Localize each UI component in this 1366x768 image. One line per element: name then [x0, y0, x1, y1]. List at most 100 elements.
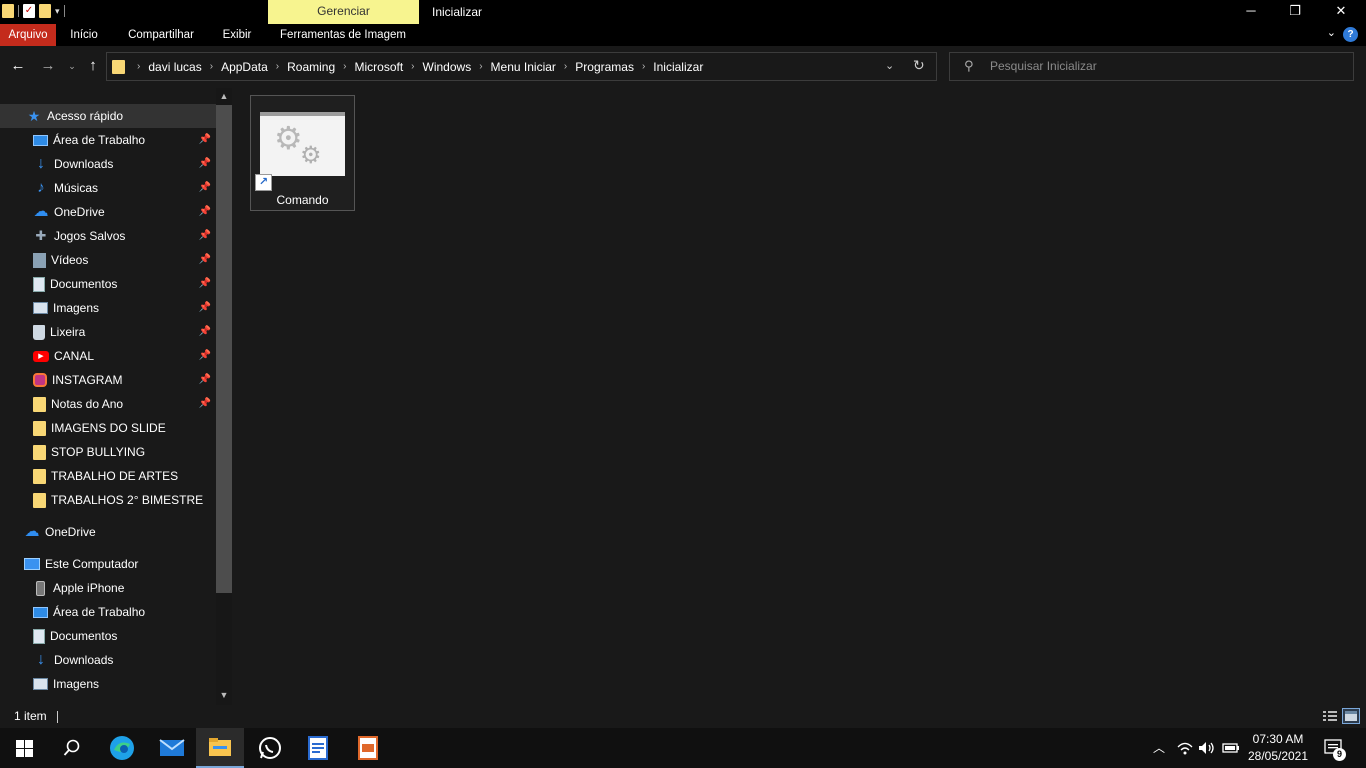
breadcrumb-davi-lucas[interactable]: davi lucas	[148, 60, 201, 74]
taskbar-edge[interactable]	[98, 728, 146, 768]
sidebar-item-canal[interactable]: ▶ CANAL 📌	[0, 344, 216, 368]
sidebar-item-quick-access[interactable]: ★ Acesso rápido	[0, 104, 216, 128]
refresh-icon[interactable]: ↻	[913, 57, 925, 74]
document-icon	[33, 628, 45, 644]
sidebar-item-musicas[interactable]: ♪ Músicas 📌	[0, 176, 216, 200]
tab-exibir[interactable]: Exibir	[212, 24, 262, 46]
chevron-right-icon[interactable]: ›	[479, 61, 482, 72]
sidebar-item-videos[interactable]: Vídeos 📌	[0, 248, 216, 272]
taskbar-word[interactable]	[294, 728, 342, 768]
taskbar-whatsapp[interactable]	[246, 728, 294, 768]
address-bar[interactable]: › davi lucas › AppData › Roaming › Micro…	[106, 52, 937, 81]
scroll-down-icon[interactable]: ▼	[216, 690, 232, 700]
sidebar-item-imagens[interactable]: Imagens 📌	[0, 296, 216, 320]
search-placeholder[interactable]: Pesquisar Inicializar	[990, 53, 1097, 80]
search-box[interactable]: ⚲ Pesquisar Inicializar	[949, 52, 1354, 81]
sidebar-scrollbar[interactable]: ▲ ▼	[216, 88, 232, 705]
pin-icon[interactable]: 📌	[199, 278, 211, 289]
start-button[interactable]	[0, 728, 48, 768]
system-clock[interactable]: 07:30 AM 28/05/2021	[1238, 731, 1318, 765]
sidebar-item-lixeira[interactable]: Lixeira 📌	[0, 320, 216, 344]
restore-button[interactable]: ❐	[1272, 0, 1318, 24]
tab-inicio[interactable]: Início	[56, 24, 112, 46]
sidebar-item-apple-iphone[interactable]: Apple iPhone	[0, 576, 216, 600]
sidebar-item-onedrive-pinned[interactable]: ☁ OneDrive 📌	[0, 200, 216, 224]
sidebar-item-area-de-trabalho[interactable]: Área de Trabalho 📌	[0, 128, 216, 152]
breadcrumb-appdata[interactable]: AppData	[221, 60, 268, 74]
notification-center-icon[interactable]: 9	[1322, 728, 1346, 768]
sidebar-item-stop-bullying[interactable]: STOP BULLYING	[0, 440, 216, 464]
pin-icon[interactable]: 📌	[199, 398, 211, 409]
chevron-up-icon[interactable]: ︿	[1150, 728, 1168, 768]
back-button[interactable]: ←	[8, 56, 28, 76]
sidebar-item-imagens-do-slide[interactable]: IMAGENS DO SLIDE	[0, 416, 216, 440]
sidebar-item-imagens-pc[interactable]: Imagens	[0, 672, 216, 696]
large-icons-view-icon[interactable]	[1342, 708, 1360, 724]
file-item-comando[interactable]: ⚙ ⚙ ↗ Comando	[250, 95, 355, 211]
chevron-right-icon[interactable]: ›	[411, 61, 414, 72]
sidebar-item-notas-do-ano[interactable]: Notas do Ano 📌	[0, 392, 216, 416]
sidebar-item-downloads[interactable]: ↓ Downloads 📌	[0, 152, 216, 176]
chevron-right-icon[interactable]: ›	[343, 61, 346, 72]
file-list: ⚙ ⚙ ↗ Comando	[232, 88, 1366, 705]
chevron-right-icon[interactable]: ›	[642, 61, 645, 72]
pin-icon[interactable]: 📌	[199, 230, 211, 241]
up-button[interactable]: ↑	[83, 56, 103, 76]
sidebar-item-downloads-pc[interactable]: ↓ Downloads	[0, 648, 216, 672]
chevron-right-icon[interactable]: ›	[564, 61, 567, 72]
expand-ribbon-icon[interactable]: ⌄	[1327, 26, 1336, 39]
image-icon	[33, 302, 48, 314]
new-folder-icon[interactable]	[39, 4, 51, 18]
pin-icon[interactable]: 📌	[199, 326, 211, 337]
taskbar-mail[interactable]	[148, 728, 196, 768]
sidebar-item-este-computador[interactable]: Este Computador	[0, 552, 216, 576]
sidebar-item-instagram[interactable]: INSTAGRAM 📌	[0, 368, 216, 392]
search-button[interactable]	[48, 728, 96, 768]
tab-gerenciar[interactable]: Gerenciar	[268, 0, 419, 24]
properties-icon[interactable]: ✓	[23, 4, 35, 18]
breadcrumb-inicializar[interactable]: Inicializar	[653, 60, 703, 74]
pin-icon[interactable]: 📌	[199, 206, 211, 217]
minimize-button[interactable]: ─	[1228, 0, 1274, 24]
sidebar-item-documentos[interactable]: Documentos 📌	[0, 272, 216, 296]
breadcrumb-menu-iniciar[interactable]: Menu Iniciar	[491, 60, 556, 74]
volume-icon[interactable]	[1196, 728, 1218, 768]
help-icon[interactable]: ?	[1343, 27, 1358, 42]
breadcrumb-microsoft[interactable]: Microsoft	[354, 60, 403, 74]
scrollbar-thumb[interactable]	[216, 105, 232, 593]
breadcrumb-programas[interactable]: Programas	[575, 60, 634, 74]
recent-locations-button[interactable]: ⌄	[62, 56, 82, 76]
breadcrumb-roaming[interactable]: Roaming	[287, 60, 335, 74]
sidebar-item-jogos-salvos[interactable]: ✚ Jogos Salvos 📌	[0, 224, 216, 248]
cloud-icon: ☁	[33, 203, 49, 220]
folder-icon[interactable]	[2, 4, 14, 18]
pin-icon[interactable]: 📌	[199, 158, 211, 169]
sidebar-item-onedrive[interactable]: ☁ OneDrive	[0, 520, 216, 544]
pin-icon[interactable]: 📌	[199, 134, 211, 145]
close-button[interactable]: ✕	[1318, 0, 1364, 24]
scroll-up-icon[interactable]: ▲	[216, 91, 232, 101]
pin-icon[interactable]: 📌	[199, 350, 211, 361]
tab-arquivo[interactable]: Arquivo	[0, 24, 56, 46]
sidebar-item-trabalho-de-artes[interactable]: TRABALHO DE ARTES	[0, 464, 216, 488]
sidebar-item-area-de-trabalho-pc[interactable]: Área de Trabalho	[0, 600, 216, 624]
chevron-right-icon[interactable]: ›	[137, 61, 140, 72]
tab-ferramentas-de-imagem[interactable]: Ferramentas de Imagem	[272, 24, 414, 46]
sidebar-item-trabalhos-2-bimestre[interactable]: TRABALHOS 2° BIMESTRE	[0, 488, 216, 512]
taskbar-file-explorer[interactable]	[196, 728, 244, 768]
pin-icon[interactable]: 📌	[199, 254, 211, 265]
chevron-right-icon[interactable]: ›	[276, 61, 279, 72]
chevron-right-icon[interactable]: ›	[210, 61, 213, 72]
sidebar-item-documentos-pc[interactable]: Documentos	[0, 624, 216, 648]
taskbar-impress[interactable]	[344, 728, 392, 768]
pin-icon[interactable]: 📌	[199, 182, 211, 193]
network-icon[interactable]	[1174, 728, 1196, 768]
breadcrumb-windows[interactable]: Windows	[423, 60, 472, 74]
chevron-down-icon[interactable]: ⌄	[885, 59, 894, 72]
forward-button[interactable]: →	[38, 56, 58, 76]
pin-icon[interactable]: 📌	[199, 302, 211, 313]
tab-compartilhar[interactable]: Compartilhar	[116, 24, 206, 46]
customize-toolbar-icon[interactable]: ▾	[55, 6, 60, 17]
pin-icon[interactable]: 📌	[199, 374, 211, 385]
details-view-icon[interactable]	[1321, 708, 1339, 724]
